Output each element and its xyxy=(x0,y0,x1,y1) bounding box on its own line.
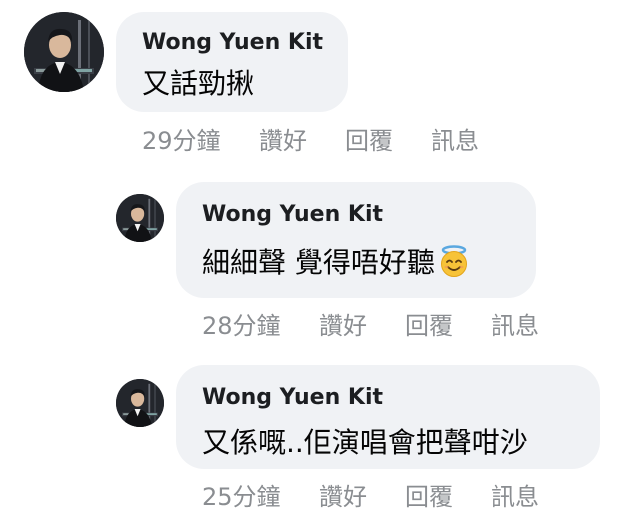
profile-photo xyxy=(116,194,164,242)
comment-1: Wong Yuen Kit 又話勁揪 29分鐘 讚好 回覆 訊息 xyxy=(0,0,640,160)
comment-text: 又話勁揪 xyxy=(142,67,255,100)
comment-text: 又係嘅..佢演唱會把聲咁沙 xyxy=(202,426,528,459)
profile-photo xyxy=(116,379,164,427)
comment-text: 細細聲 覺得唔好聽 xyxy=(202,241,471,285)
comment-timestamp[interactable]: 25分鐘 xyxy=(202,477,281,512)
comment-author[interactable]: Wong Yuen Kit xyxy=(202,385,383,410)
like-button[interactable]: 讚好 xyxy=(319,306,367,341)
avatar[interactable] xyxy=(116,194,164,242)
avatar[interactable] xyxy=(116,379,164,427)
comment-timestamp[interactable]: 28分鐘 xyxy=(202,306,281,341)
comment-actions: 25分鐘 讚好 回覆 訊息 xyxy=(202,477,602,511)
message-button[interactable]: 訊息 xyxy=(491,306,539,341)
like-button[interactable]: 讚好 xyxy=(319,477,367,512)
comment-actions: 28分鐘 讚好 回覆 訊息 xyxy=(202,306,602,340)
message-button[interactable]: 訊息 xyxy=(491,477,539,512)
message-button[interactable]: 訊息 xyxy=(431,121,479,156)
avatar[interactable] xyxy=(24,12,104,92)
smiling-face-with-halo-icon xyxy=(437,244,471,285)
comment-actions: 29分鐘 讚好 回覆 訊息 xyxy=(142,121,542,155)
like-button[interactable]: 讚好 xyxy=(259,121,307,156)
comment-author[interactable]: Wong Yuen Kit xyxy=(202,202,383,227)
comment-3: Wong Yuen Kit 又係嘅..佢演唱會把聲咁沙 25分鐘 讚好 回覆 訊… xyxy=(0,355,640,513)
reply-button[interactable]: 回覆 xyxy=(345,121,393,156)
comment-author[interactable]: Wong Yuen Kit xyxy=(142,30,323,55)
profile-photo xyxy=(24,12,104,92)
comment-text-content: 細細聲 覺得唔好聽 xyxy=(202,246,435,279)
comment-2: Wong Yuen Kit 細細聲 覺得唔好聽 28分鐘 讚好 回覆 訊息 xyxy=(0,170,640,345)
reply-button[interactable]: 回覆 xyxy=(405,477,453,512)
reply-button[interactable]: 回覆 xyxy=(405,306,453,341)
comment-timestamp[interactable]: 29分鐘 xyxy=(142,121,221,156)
